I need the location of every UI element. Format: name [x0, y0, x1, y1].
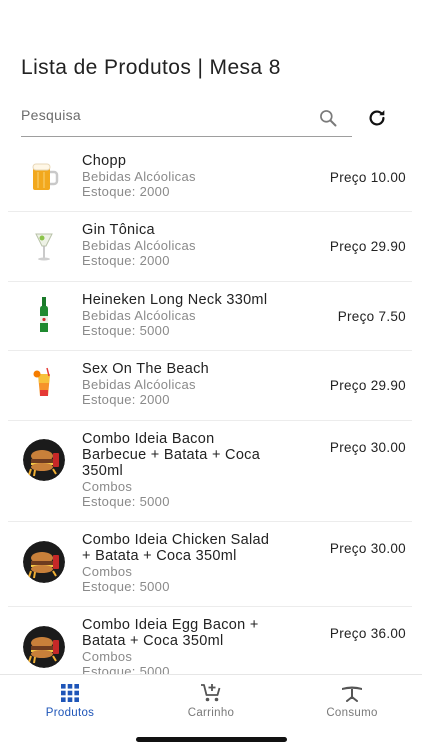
product-price: Preço 36.00 — [329, 626, 406, 641]
list-item[interactable]: Combo Ideia Egg Bacon + Batata + Coca 350… — [8, 607, 412, 674]
product-name: + Batata + Coca 350ml — [82, 548, 237, 564]
product-info: Gin Tônica Bebidas Alcóolicas Estoque: 200… — [82, 222, 302, 268]
tab-label: Carrinho — [187, 707, 235, 719]
list-item[interactable]: Heineken Long Neck 330ml Bebidas Alcóolic… — [8, 282, 412, 351]
product-price: Preço 30.00 — [329, 440, 406, 455]
product-name: Combo Ideia Egg Bacon + — [82, 617, 259, 633]
tab-consumo[interactable]: Consumo — [282, 683, 422, 719]
product-name: 350ml — [82, 463, 123, 479]
product-image — [23, 156, 65, 198]
product-stock: Estoque: 2000 — [82, 392, 170, 407]
product-info: Sex On The Beach Bebidas Alcóolicas Estoqu… — [82, 361, 302, 407]
product-stock: Estoque: 2000 — [82, 184, 170, 199]
product-image — [23, 226, 65, 268]
product-image — [23, 439, 65, 481]
product-name: Gin Tônica — [82, 222, 155, 238]
list-item[interactable]: Combo Ideia Bacon Barbecue + Batata + Coc… — [8, 421, 412, 522]
product-category: Combos — [82, 564, 133, 579]
tab-label: Consumo — [326, 707, 378, 719]
product-info: Chopp Bebidas Alcóolicas Estoque: 2000 — [82, 153, 302, 199]
product-stock: Estoque: 2000 — [82, 253, 170, 268]
tab-produtos[interactable]: Produtos — [0, 683, 140, 719]
product-price: Preço 30.00 — [329, 541, 406, 556]
product-price: Preço 29.90 — [329, 239, 406, 254]
home-indicator — [136, 737, 287, 742]
product-name: Combo Ideia Chicken Salad — [82, 532, 270, 548]
product-info: Combo Ideia Egg Bacon + Batata + Coca 350… — [82, 617, 302, 674]
product-name: Barbecue + Batata + Coca — [82, 447, 261, 463]
product-name: Batata + Coca 350ml — [82, 633, 224, 649]
cart-add-icon — [201, 684, 221, 702]
product-category: Combos — [82, 479, 133, 494]
product-price: Preço 10.00 — [329, 170, 406, 185]
product-info: Heineken Long Neck 330ml Bebidas Alcóolic… — [82, 292, 302, 338]
product-image — [23, 626, 65, 668]
product-category: Bebidas Alcóolicas — [82, 238, 196, 253]
product-stock: Estoque: 5000 — [82, 664, 170, 674]
product-info: Combo Ideia Bacon Barbecue + Batata + Coc… — [82, 431, 302, 509]
product-category: Bebidas Alcóolicas — [82, 377, 196, 392]
list-item[interactable]: Combo Ideia Chicken Salad + Batata + Coca… — [8, 522, 412, 607]
grid-icon — [61, 684, 79, 702]
product-stock: Estoque: 5000 — [82, 579, 170, 594]
search-placeholder: Pesquisa — [21, 107, 81, 123]
search-icon[interactable] — [318, 108, 338, 128]
product-image — [23, 541, 65, 583]
product-category: Bebidas Alcóolicas — [82, 308, 196, 323]
product-stock: Estoque: 5000 — [82, 494, 170, 509]
product-category: Combos — [82, 649, 133, 664]
product-name: Sex On The Beach — [82, 361, 210, 377]
tab-carrinho[interactable]: Carrinho — [141, 683, 281, 719]
tab-label: Produtos — [45, 707, 95, 719]
product-list[interactable]: Chopp Bebidas Alcóolicas Estoque: 2000 Preç… — [0, 143, 422, 674]
product-name: Heineken Long Neck 330ml — [82, 292, 268, 308]
list-item[interactable]: Chopp Bebidas Alcóolicas Estoque: 2000 Preç… — [8, 143, 412, 212]
product-name: Chopp — [82, 153, 127, 169]
product-name: Combo Ideia Bacon — [82, 431, 215, 447]
list-item[interactable]: Sex On The Beach Bebidas Alcóolicas Estoqu… — [8, 351, 412, 421]
page-title: Lista de Produtos | Mesa 8 — [21, 56, 281, 79]
product-image — [23, 365, 65, 407]
product-price: Preço 7.50 — [337, 309, 406, 324]
product-price: Preço 29.90 — [329, 378, 406, 393]
product-image — [23, 294, 65, 336]
product-category: Bebidas Alcóolicas — [82, 169, 196, 184]
table-icon — [342, 686, 362, 702]
product-stock: Estoque: 5000 — [82, 323, 170, 338]
list-item[interactable]: Gin Tônica Bebidas Alcóolicas Estoque: 200… — [8, 212, 412, 282]
search-field[interactable]: Pesquisa — [21, 98, 352, 137]
refresh-icon[interactable] — [366, 107, 388, 129]
product-info: Combo Ideia Chicken Salad + Batata + Coca… — [82, 532, 302, 594]
